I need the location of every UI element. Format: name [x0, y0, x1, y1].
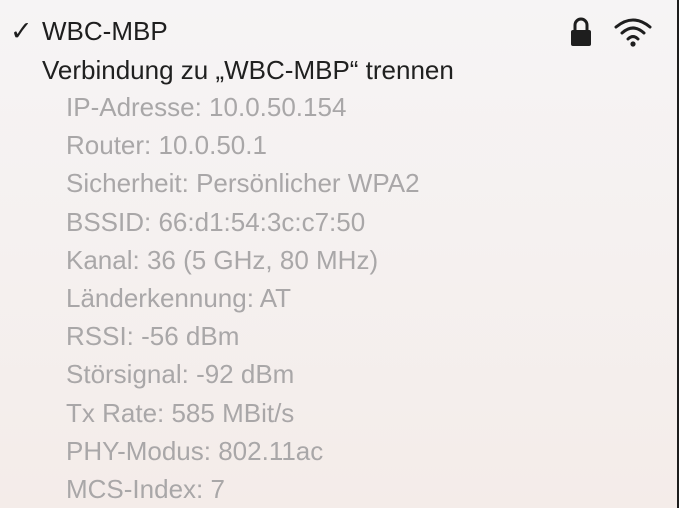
- security-info: Sicherheit: Persönlicher WPA2: [66, 168, 420, 199]
- router-info: Router: 10.0.50.1: [66, 130, 267, 161]
- ip-address-info: IP-Adresse: 10.0.50.154: [66, 92, 347, 122]
- checkmark-icon: ✓: [10, 16, 33, 46]
- wifi-icon: [614, 18, 652, 47]
- country-code-info: Länderkennung: AT: [66, 282, 292, 313]
- bssid-info: BSSID: 66:d1:54:3c:c7:50: [66, 206, 366, 237]
- lock-icon: [571, 17, 591, 46]
- network-item[interactable]: ✓ WBC-MBP: [0, 12, 677, 52]
- wifi-network-menu: ✓ WBC-MBP Verbindung zu „WBC-MBP“ trenne…: [0, 0, 679, 508]
- mcs-index-info: MCS-Index: 7: [66, 473, 225, 504]
- phy-mode-info: PHY-Modus: 802.11ac: [66, 435, 324, 466]
- tx-rate-info: Tx Rate: 585 MBit/s: [66, 397, 295, 428]
- network-details-list: IP-Adresse: 10.0.50.154 Router: 10.0.50.…: [66, 92, 420, 512]
- network-name: WBC-MBP: [42, 16, 168, 46]
- channel-info: Kanal: 36 (5 GHz, 80 MHz): [66, 244, 379, 275]
- noise-info: Störsignal: -92 dBm: [66, 359, 295, 390]
- rssi-info: RSSI: -56 dBm: [66, 321, 240, 352]
- disconnect-menu-item[interactable]: Verbindung zu „WBC-MBP“ trennen: [42, 56, 454, 84]
